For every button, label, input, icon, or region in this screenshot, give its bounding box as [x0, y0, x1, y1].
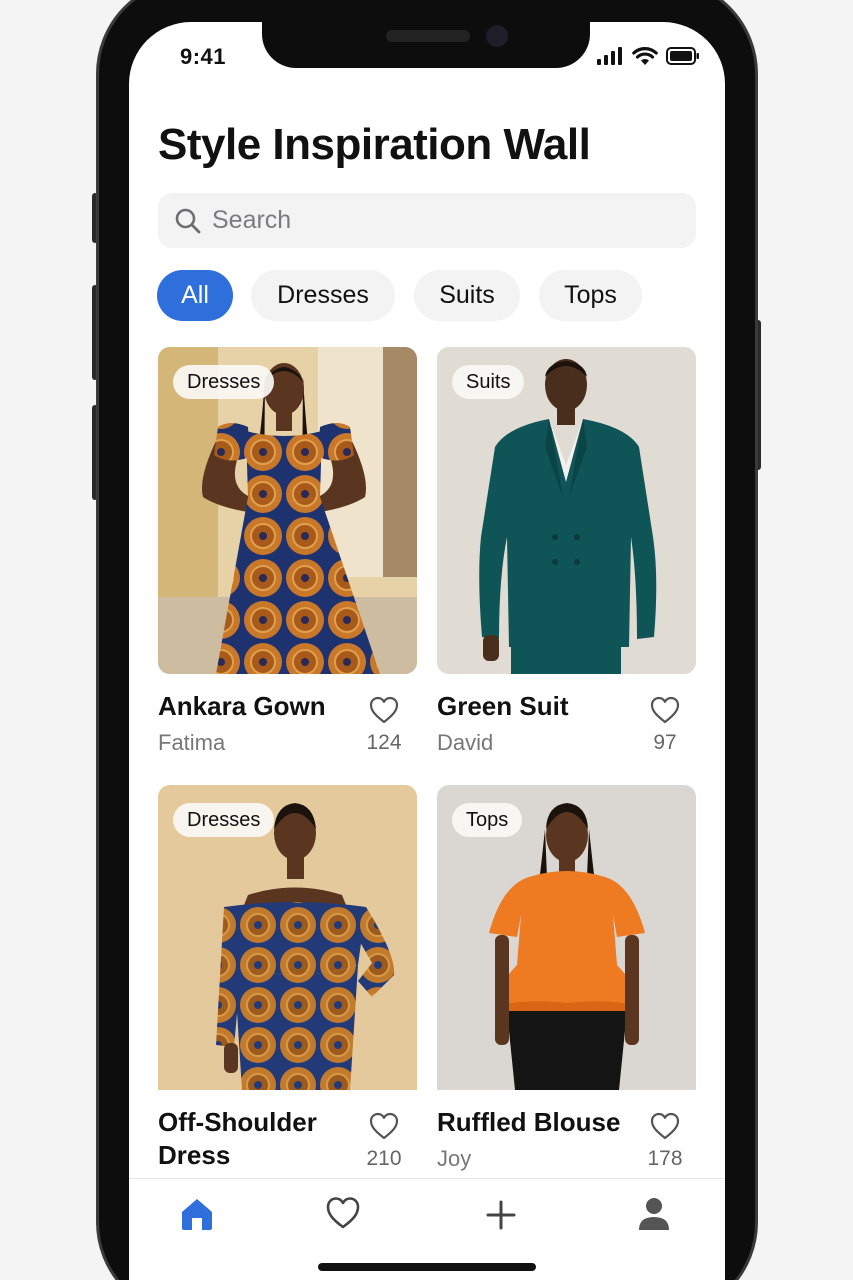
like-count: 178 [647, 1147, 683, 1170]
card-author: Fatima [158, 730, 226, 755]
like-heart-icon[interactable] [369, 696, 399, 724]
status-icons [596, 46, 700, 66]
search-input[interactable] [212, 206, 652, 235]
like-heart-icon[interactable] [650, 696, 680, 724]
status-time: 9:41 [180, 44, 227, 69]
card-image-ankara-gown[interactable]: Dresses [158, 347, 417, 674]
home-icon[interactable] [179, 1196, 215, 1232]
card-tag: Dresses [173, 803, 275, 837]
battery-icon [666, 47, 699, 65]
like-heart-icon[interactable] [650, 1112, 680, 1140]
filter-chip-suits[interactable]: Suits [414, 270, 520, 321]
search-bar[interactable] [158, 193, 696, 248]
card-image-ruffled-blouse[interactable]: Tops [437, 785, 696, 1112]
notch [262, 0, 590, 68]
heart-icon[interactable] [325, 1196, 361, 1230]
wifi-icon [632, 47, 658, 65]
like-count: 210 [366, 1147, 402, 1170]
card-title: Off-Shoulder Dress [158, 1107, 317, 1170]
filter-chip-tops[interactable]: Tops [539, 270, 642, 321]
like-count: 124 [366, 731, 402, 754]
card-author: David [437, 730, 494, 755]
card-tag: Tops [452, 803, 523, 837]
like-count: 97 [653, 731, 677, 754]
front-camera [486, 25, 508, 47]
home-indicator [318, 1263, 536, 1271]
search-icon [175, 208, 201, 233]
card-author: Joy [437, 1146, 472, 1171]
filter-chip-dresses[interactable]: Dresses [251, 270, 395, 321]
card-title: Ankara Gown [158, 691, 326, 721]
plus-icon[interactable] [485, 1199, 517, 1231]
like-heart-icon[interactable] [369, 1112, 399, 1140]
speaker-grille [386, 30, 470, 42]
signal-icon [597, 47, 622, 65]
card-image-green-suit[interactable]: Suits [437, 347, 696, 674]
card-image-off-shoulder-dress[interactable]: Dresses [158, 785, 417, 1112]
card-tag: Suits [452, 365, 525, 399]
card-tag: Dresses [173, 365, 275, 399]
page-title: Style Inspiration Wall [158, 120, 591, 169]
filter-chip-all[interactable]: All [157, 270, 233, 321]
profile-icon[interactable] [637, 1196, 671, 1232]
card-title: Ruffled Blouse [437, 1107, 621, 1137]
card-title: Green Suit [437, 691, 569, 721]
